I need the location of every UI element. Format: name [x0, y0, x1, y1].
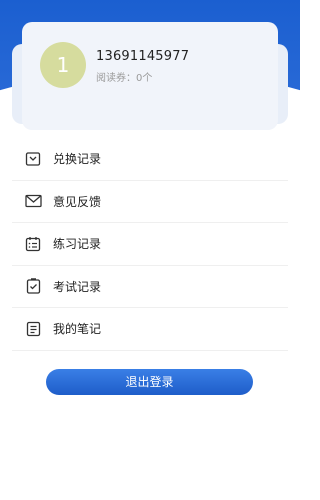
- user-phone: 13691145977: [96, 49, 190, 64]
- notes-icon: [24, 320, 42, 338]
- clipboard-check-icon: [24, 277, 42, 295]
- exchange-icon: [24, 150, 42, 168]
- calendar-list-icon: [24, 235, 42, 253]
- menu-item-label: 考试记录: [53, 279, 102, 294]
- menu-item-exchange-records[interactable]: 兑换记录: [12, 138, 288, 181]
- menu-item-label: 意见反馈: [53, 194, 102, 209]
- menu-item-label: 我的笔记: [53, 322, 102, 337]
- menu-item-label: 兑换记录: [53, 152, 102, 167]
- menu-item-practice-records[interactable]: 练习记录: [12, 223, 288, 266]
- voucher-count: 阅读券：0个: [96, 73, 153, 84]
- menu-item-label: 练习记录: [53, 237, 102, 252]
- menu-item-feedback[interactable]: 意见反馈: [12, 181, 288, 223]
- menu-item-my-notes[interactable]: 我的笔记: [12, 308, 288, 351]
- menu-list: 兑换记录 意见反馈 练习记录 考试记录 我的笔记: [12, 138, 288, 351]
- logout-button[interactable]: 退出登录: [46, 369, 253, 395]
- menu-item-exam-records[interactable]: 考试记录: [12, 266, 288, 308]
- mail-icon: [24, 192, 42, 210]
- avatar[interactable]: 1: [40, 42, 86, 88]
